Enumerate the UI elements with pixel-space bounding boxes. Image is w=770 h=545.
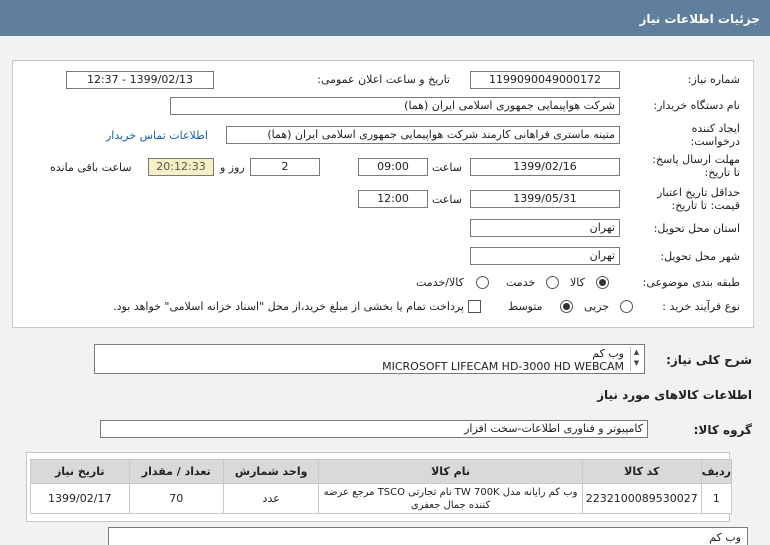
description-line-1: وب کم — [592, 347, 624, 360]
announce-date-label: تاریخ و ساعت اعلان عمومی: — [317, 73, 450, 86]
category-option-goods: کالا — [570, 276, 585, 289]
province-field: تهران — [470, 219, 620, 237]
deadline-time-field: 09:00 — [358, 158, 428, 176]
buyer-contact-link[interactable]: اطلاعات تماس خریدار — [106, 129, 208, 142]
category-radio-service[interactable] — [546, 276, 559, 289]
need-number-field: 1199090049000172 — [470, 71, 620, 89]
province-label: استان محل تحویل: — [653, 222, 740, 235]
city-field: تهران — [470, 247, 620, 265]
cell-date: 1399/02/17 — [30, 483, 130, 514]
process-radio-minor[interactable] — [620, 300, 633, 313]
treasury-payment-checkbox[interactable] — [468, 300, 481, 313]
creator-field: متینه ماستری فراهانی کارمند شرکت هواپیما… — [226, 126, 620, 144]
category-label: طبقه بندی موضوعی: — [642, 276, 740, 289]
category-option-service: خدمت — [506, 276, 536, 289]
table-header-row: ردیف کد کالا نام کالا واحد شمارش تعداد /… — [30, 459, 733, 484]
col-unit: واحد شمارش — [223, 459, 320, 484]
process-option-minor: جزیی — [584, 300, 610, 313]
validity-time-label: ساعت — [432, 193, 462, 206]
process-option-medium: متوسط — [508, 300, 543, 313]
page-title: جزئیات اطلاعات نیاز — [639, 12, 760, 26]
goods-info-title: اطلاعات کالاهای مورد نیاز — [597, 388, 752, 402]
goods-group-label: گروه کالا: — [693, 423, 752, 437]
validity-label-2: قیمت: تا تاریخ: — [671, 199, 740, 212]
validity-time-field: 12:00 — [358, 190, 428, 208]
deadline-label-2: تا تاریخ: — [704, 166, 740, 179]
description-line-2: MICROSOFT LIFECAM HD-3000 HD WEBCAM — [382, 360, 624, 373]
col-row: ردیف — [700, 459, 733, 484]
cell-qty: 70 — [128, 483, 225, 514]
validity-label-1: حداقل تاریخ اعتبار — [656, 186, 740, 199]
buyer-field: شرکت هواپیمایی جمهوری اسلامی ایران (هما) — [170, 97, 620, 115]
process-radio-medium[interactable] — [560, 300, 573, 313]
item-note-text: وب کم — [709, 531, 741, 544]
deadline-date-field: 1399/02/16 — [470, 158, 620, 176]
days-remaining-field: 2 — [250, 158, 320, 176]
need-number-label: شماره نیاز: — [687, 73, 740, 86]
goods-table: ردیف کد کالا نام کالا واحد شمارش تعداد /… — [30, 459, 733, 514]
creator-label-1: ایجاد کننده — [691, 122, 740, 135]
description-label: شرح کلی نیاز: — [666, 353, 752, 367]
cell-code: 2232100089530027 — [581, 483, 702, 514]
goods-table-container: ردیف کد کالا نام کالا واحد شمارش تعداد /… — [26, 452, 733, 522]
buyer-label: نام دستگاه خریدار: — [653, 99, 740, 112]
time-remaining-field: 20:12:33 — [148, 158, 214, 176]
time-remaining-label: ساعت باقی مانده — [50, 161, 132, 174]
col-qty: تعداد / مقدار — [128, 459, 225, 484]
category-radio-goods[interactable] — [596, 276, 609, 289]
city-label: شهر محل تحویل: — [660, 250, 740, 263]
treasury-payment-note: پرداخت تمام یا بخشی از مبلغ خرید،از محل … — [113, 300, 464, 313]
cell-name-line-1: وب کم رایانه مدل TW 700K نام تجارتی TSCO… — [323, 486, 578, 498]
category-option-goods-service: کالا/خدمت — [416, 276, 464, 289]
days-label: روز و — [220, 161, 245, 174]
table-row[interactable]: 1 2232100089530027 وب کم رایانه مدل TW 7… — [30, 483, 733, 514]
validity-date-field: 1399/05/31 — [470, 190, 620, 208]
cell-name-line-2: کننده جمال جعفری — [410, 499, 491, 511]
cell-name: وب کم رایانه مدل TW 700K نام تجارتی TSCO… — [318, 483, 583, 514]
col-date: تاریخ نیاز — [30, 459, 130, 484]
description-textarea[interactable]: وب کم MICROSOFT LIFECAM HD-3000 HD WEBCA… — [94, 344, 645, 374]
cell-unit: عدد — [223, 483, 320, 514]
col-code: کد کالا — [581, 459, 702, 484]
announce-date-field: 1399/02/13 - 12:37 — [66, 71, 214, 89]
deadline-time-label: ساعت — [432, 161, 462, 174]
category-radio-goods-service[interactable] — [476, 276, 489, 289]
creator-label-2: درخواست: — [690, 135, 740, 148]
goods-group-field: کامپیوتر و فناوری اطلاعات-سخت افزار — [100, 420, 648, 438]
description-scrollbar[interactable]: ▲ ▼ — [630, 347, 642, 371]
process-label: نوع فرآیند خرید : — [662, 300, 740, 313]
col-name: نام کالا — [318, 459, 583, 484]
cell-row: 1 — [700, 483, 733, 514]
item-note-field[interactable]: وب کم — [108, 527, 748, 545]
deadline-label-1: مهلت ارسال پاسخ: — [652, 153, 740, 166]
page-header: جزئیات اطلاعات نیاز — [0, 0, 770, 36]
